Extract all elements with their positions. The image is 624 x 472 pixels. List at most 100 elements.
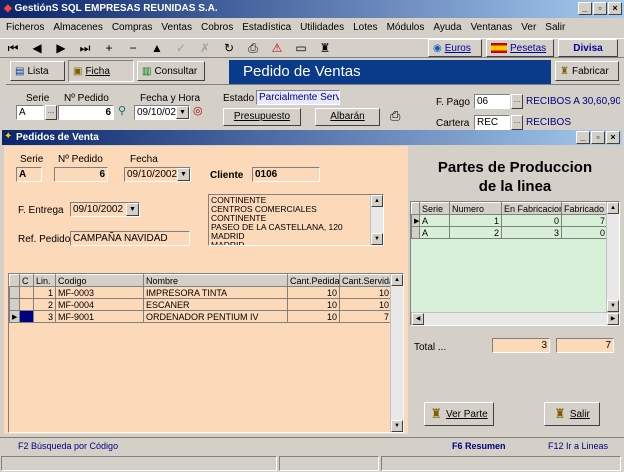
tab-lista[interactable]: ▤ Lista — [10, 61, 65, 81]
table-row[interactable]: 1 MF-0003 IMPRESORA TINTA 10 10 — [9, 286, 392, 299]
first-record-icon[interactable]: ⏮ — [6, 41, 20, 56]
inner-fecha-combo[interactable]: 09/10/2002 ▼ — [124, 167, 191, 182]
inner-pedido-field[interactable]: 6 — [54, 167, 108, 182]
pesetas-button[interactable]: Pesetas — [486, 39, 554, 57]
table-cell[interactable]: ORDENADOR PENTIUM IV — [143, 310, 288, 323]
albaran-button[interactable]: Albarán — [315, 108, 380, 126]
table-cell[interactable]: MF-0004 — [55, 298, 144, 311]
serie-lookup-button[interactable]: … — [45, 105, 57, 120]
table-cell[interactable]: 10 — [287, 310, 340, 323]
confirm-icon[interactable]: ✓ — [174, 41, 188, 55]
menu-item-11[interactable]: Ver — [521, 22, 536, 33]
chevron-down-icon[interactable]: ▼ — [126, 203, 139, 216]
menu-item-10[interactable]: Ventanas — [471, 22, 513, 33]
lines-scrollbar[interactable]: ▲ ▼ — [390, 274, 403, 432]
column-header[interactable]: Serie — [419, 202, 450, 215]
table-cell[interactable]: A — [419, 226, 450, 239]
table-cell[interactable]: 10 — [339, 298, 392, 311]
close-button[interactable]: × — [608, 2, 622, 15]
refresh-icon[interactable]: ↻ — [222, 41, 236, 55]
inner-minimize-button[interactable]: _ — [576, 131, 590, 144]
column-header[interactable]: Fabricado — [561, 202, 608, 215]
table-cell[interactable]: A — [419, 214, 450, 227]
printer-icon[interactable]: ⎙ — [390, 108, 400, 124]
menu-item-2[interactable]: Compras — [112, 22, 153, 33]
menu-item-5[interactable]: Estadística — [242, 22, 291, 33]
table-row[interactable]: ▶ 3 MF-9001 ORDENADOR PENTIUM IV 10 7 — [9, 310, 392, 323]
table-row[interactable]: A230 — [411, 226, 608, 239]
menu-item-8[interactable]: Módulos — [387, 22, 425, 33]
address-scrollbar[interactable]: ▲ ▼ — [370, 195, 383, 245]
scroll-up-icon[interactable]: ▲ — [607, 202, 619, 214]
table-cell[interactable] — [19, 298, 34, 311]
up-icon[interactable]: ▲ — [150, 41, 164, 55]
person-icon[interactable]: ♜ — [318, 41, 332, 55]
column-header[interactable]: Codigo — [55, 274, 144, 287]
menu-item-4[interactable]: Cobros — [201, 22, 233, 33]
print-icon[interactable]: ⎙ — [246, 41, 260, 56]
fpago-lookup-button[interactable]: … — [511, 94, 523, 109]
table-cell[interactable]: 7 — [561, 214, 608, 227]
ver-parte-button[interactable]: ♜ Ver Parte — [424, 402, 494, 426]
scroll-left-icon[interactable]: ◀ — [412, 313, 424, 325]
table-cell[interactable]: 0 — [501, 214, 562, 227]
table-row[interactable]: 2 MF-0004 ESCANER 10 10 — [9, 298, 392, 311]
presupuesto-button[interactable]: Presupuesto — [223, 108, 301, 126]
scroll-up-icon[interactable]: ▲ — [391, 274, 403, 286]
menu-item-3[interactable]: Ventas — [161, 22, 192, 33]
chevron-down-icon[interactable]: ▼ — [176, 106, 189, 119]
cartera-lookup-button[interactable]: … — [511, 115, 523, 130]
table-cell[interactable]: 3 — [33, 310, 56, 323]
chevron-down-icon[interactable]: ▼ — [177, 168, 190, 181]
table-cell[interactable]: ESCANER — [143, 298, 288, 311]
table-cell[interactable]: 1 — [449, 214, 502, 227]
table-cell[interactable]: 10 — [339, 286, 392, 299]
ref-field[interactable]: CAMPAÑA NAVIDAD — [70, 231, 190, 246]
fpago-field[interactable]: 06 — [474, 94, 510, 109]
salir-button[interactable]: ♜ Salir — [544, 402, 600, 426]
next-record-icon[interactable]: ▶ — [54, 41, 68, 55]
key-icon[interactable]: ⚲ — [118, 104, 126, 117]
cancel-icon[interactable]: ✗ — [198, 41, 212, 55]
table-cell[interactable]: 2 — [449, 226, 502, 239]
partes-vscrollbar[interactable]: ▲ ▼ — [606, 202, 619, 312]
menu-item-12[interactable]: Salir — [545, 22, 565, 33]
table-cell[interactable]: 2 — [33, 298, 56, 311]
scroll-down-icon[interactable]: ▼ — [371, 233, 383, 245]
column-header[interactable]: Cant.Servida — [339, 274, 392, 287]
inner-serie-field[interactable]: A — [16, 167, 42, 182]
add-record-icon[interactable]: + — [102, 41, 116, 55]
table-cell[interactable] — [19, 310, 34, 323]
clock-icon[interactable]: ◎ — [193, 104, 203, 117]
menu-item-6[interactable]: Utilidades — [300, 22, 344, 33]
address-box[interactable]: CONTINENTE CENTROS COMERCIALES CONTINENTE… — [208, 194, 384, 246]
fecha-combo[interactable]: 09/10/02 ▼ — [134, 105, 190, 120]
warning-icon[interactable]: ⚠ — [270, 41, 284, 55]
column-header[interactable]: Lin. — [33, 274, 56, 287]
table-cell[interactable]: 7 — [339, 310, 392, 323]
window-icon[interactable]: ▭ — [294, 41, 308, 55]
table-cell[interactable] — [19, 286, 34, 299]
fabricar-button[interactable]: ♜ Fabricar — [555, 61, 619, 81]
tab-ficha[interactable]: ▣ Ficha — [68, 60, 134, 82]
table-cell[interactable]: MF-9001 — [55, 310, 144, 323]
last-record-icon[interactable]: ⏭ — [78, 41, 92, 56]
inner-restore-button[interactable]: ▫ — [591, 131, 605, 144]
table-cell[interactable]: 1 — [33, 286, 56, 299]
scroll-down-icon[interactable]: ▼ — [607, 300, 619, 312]
cartera-field[interactable]: REC — [474, 115, 510, 130]
column-header[interactable]: C — [19, 274, 34, 287]
serie-field[interactable]: A — [16, 105, 44, 120]
table-cell[interactable]: 3 — [501, 226, 562, 239]
menu-item-0[interactable]: Ficheros — [6, 22, 44, 33]
column-header[interactable]: Numero — [449, 202, 502, 215]
euros-button[interactable]: ◉ Euros — [428, 39, 482, 57]
inner-close-button[interactable]: × — [606, 131, 620, 144]
column-header[interactable]: Cant.Pedida — [287, 274, 340, 287]
menu-item-9[interactable]: Ayuda — [433, 22, 461, 33]
prev-record-icon[interactable]: ◀ — [30, 41, 44, 55]
table-row[interactable]: ▶ A 1 0 7 — [411, 214, 608, 227]
scroll-down-icon[interactable]: ▼ — [391, 420, 403, 432]
partes-hscrollbar[interactable]: ◀ ▶ — [411, 312, 619, 325]
minimize-button[interactable]: _ — [578, 2, 592, 15]
